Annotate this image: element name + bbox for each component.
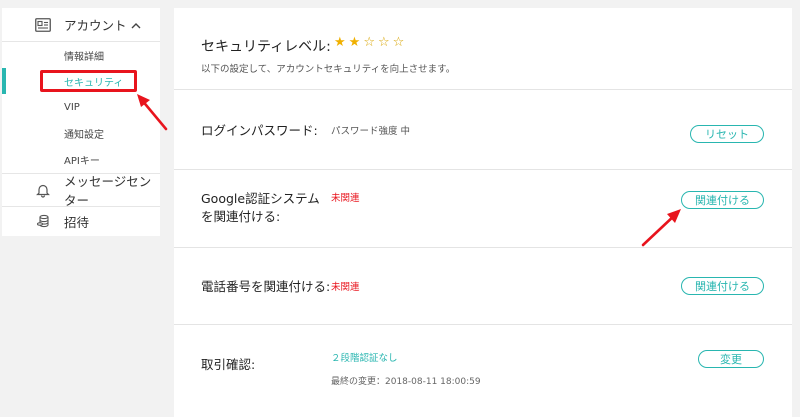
star-filled-icon: ★ [348,35,361,50]
id-card-icon [35,17,51,33]
star-empty-icon: ☆ [377,35,390,50]
star-empty-icon: ☆ [392,35,405,50]
google-auth-label-line1: Google認証システム [201,191,320,206]
sidebar-item-label: VIP [64,101,80,113]
phone-label: 電話番号を関連付ける: [201,279,331,294]
sidebar-account-header[interactable]: アカウント [2,8,160,41]
star-filled-icon: ★ [334,35,346,50]
sidebar: アカウント 情報詳細 セキュリティ VIP 通知設定 APIキー メッセージセン… [2,8,160,236]
google-auth-link-button[interactable]: 関連付ける [681,191,764,209]
bell-icon [35,182,51,198]
highlight-box [40,70,137,92]
password-strength: パスワード強度 中 [331,126,411,137]
login-password-label: ログインパスワード: [201,123,318,138]
sidebar-item-label: 招待 [64,214,90,230]
security-level-section: セキュリティレベル: ★ ★ ☆ ☆ ☆ 以下の設定して、アカウントセキュリティ… [174,8,792,90]
two-factor-status: ２段階認証なし [331,353,398,364]
chevron-up-icon[interactable] [130,17,142,29]
sidebar-item-label: APIキー [64,155,100,167]
reset-button[interactable]: リセット [690,125,764,143]
sidebar-item-vip[interactable]: VIP [2,94,160,120]
login-password-section: ログインパスワード: パスワード強度 中 リセット [174,90,792,170]
sidebar-item-notifications[interactable]: 通知設定 [2,120,160,146]
security-level-title: セキュリティレベル: [201,39,331,55]
last-changed: 最終の変更：2018-08-11 18:00:59 [331,377,481,387]
phone-link-button[interactable]: 関連付ける [681,277,764,295]
trade-confirm-section: 取引確認: ２段階認証なし 最終の変更：2018-08-11 18:00:59 … [174,325,792,417]
sidebar-item-api-key[interactable]: APIキー [2,146,160,172]
google-auth-section: Google認証システム を関連付ける: 未関連 関連付ける [174,170,792,248]
phone-section: 電話番号を関連付ける: 未関連 関連付ける [174,248,792,326]
sidebar-item-messages[interactable]: メッセージセンター [2,174,160,208]
sidebar-item-invite[interactable]: 招待 [2,206,160,236]
coins-icon [35,213,51,229]
sidebar-item-info[interactable]: 情報詳細 [2,42,160,68]
change-button[interactable]: 変更 [698,350,764,368]
security-panel: セキュリティレベル: ★ ★ ☆ ☆ ☆ 以下の設定して、アカウントセキュリティ… [174,8,792,417]
sidebar-account-label: アカウント [64,18,127,33]
sidebar-item-label: 情報詳細 [64,51,104,63]
security-subtitle: 以下の設定して、アカウントセキュリティを向上させます。 [201,64,456,75]
star-rating: ★ ★ ☆ ☆ ☆ [334,35,404,51]
sidebar-item-label: メッセージセンター [64,174,152,208]
google-auth-status: 未関連 [331,193,360,204]
star-empty-icon: ☆ [363,35,375,50]
trade-confirm-label: 取引確認: [201,357,256,372]
sidebar-item-label: 通知設定 [64,129,104,141]
google-auth-label-line2: を関連付ける: [201,209,281,224]
phone-status: 未関連 [331,282,360,293]
